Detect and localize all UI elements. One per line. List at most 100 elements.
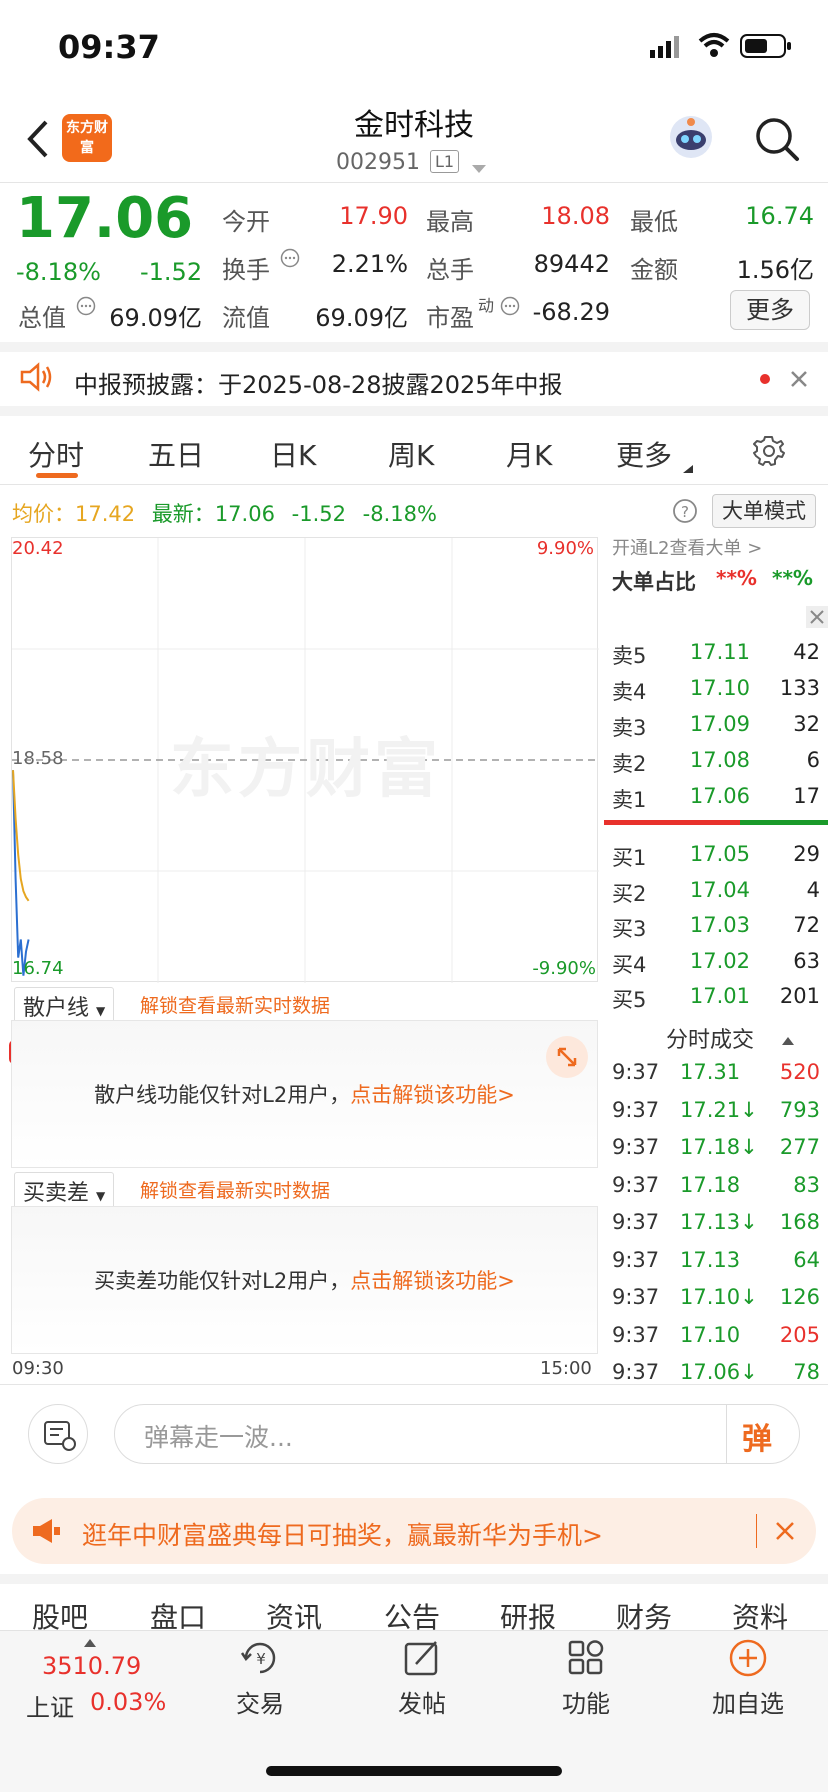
trade-volume: 168 xyxy=(779,1210,820,1234)
unlock-link[interactable]: 解锁查看最新实时数据 xyxy=(140,1176,330,1203)
trade-volume: 520 xyxy=(779,1060,820,1084)
search-icon[interactable] xyxy=(754,116,800,166)
info-icon[interactable] xyxy=(500,296,520,320)
l2-hint-link[interactable]: 开通L2查看大单 > xyxy=(612,534,762,560)
svg-text:?: ? xyxy=(681,503,689,521)
sell-row[interactable]: 卖4 17.10 133 xyxy=(608,672,820,708)
volume-label: 总手 xyxy=(426,256,474,284)
sell-row[interactable]: 卖1 17.06 17 xyxy=(608,780,820,816)
buy-row[interactable]: 买2 17.04 4 xyxy=(608,874,820,910)
trades-title[interactable]: 分时成交 xyxy=(666,1022,754,1054)
trade-tick-row: 9:37 17.31 520 xyxy=(608,1056,820,1092)
danmaku-send-button[interactable]: 弹 xyxy=(742,1414,772,1458)
retail-line-message: 散户线功能仅针对L2用户，点击解锁该功能> xyxy=(12,1079,597,1109)
latest-label: 最新： xyxy=(151,502,215,526)
tab-more[interactable]: 更多 xyxy=(616,434,672,474)
megaphone-icon xyxy=(30,1516,64,1550)
nav-post[interactable]: 发帖 xyxy=(362,1684,482,1719)
trade-volume: 64 xyxy=(793,1247,820,1272)
retail-line-message-text: 散户线功能仅针对L2用户， xyxy=(94,1083,351,1107)
divider xyxy=(0,182,828,183)
float-label: 流值 xyxy=(222,304,270,332)
buy-volume: 63 xyxy=(793,948,820,973)
sell-row[interactable]: 卖3 17.09 32 xyxy=(608,708,820,744)
change-pct: -8.18% xyxy=(16,258,101,286)
low-value: 16.74 xyxy=(745,202,814,230)
battery-icon xyxy=(740,34,792,62)
tab-weekly-k[interactable]: 周K xyxy=(388,434,434,474)
last-price: 17.06 xyxy=(16,186,194,251)
retail-line-label: 散户线 xyxy=(23,996,90,1021)
nav-add-watchlist[interactable]: 加自选 xyxy=(688,1684,808,1719)
nav-functions[interactable]: 功能 xyxy=(526,1684,646,1719)
close-icon[interactable] xyxy=(806,606,828,628)
tab-intraday[interactable]: 分时 xyxy=(28,434,84,474)
help-icon[interactable]: ? xyxy=(672,498,698,528)
sell-volume: 6 xyxy=(806,748,820,772)
close-icon[interactable] xyxy=(790,370,808,392)
danmaku-settings-icon[interactable] xyxy=(28,1404,88,1464)
info-icon[interactable] xyxy=(76,296,96,320)
caret-down-icon: ▼ xyxy=(96,1189,106,1203)
more-button[interactable]: 更多 xyxy=(730,290,810,330)
high-value: 18.08 xyxy=(541,202,610,230)
info-icon[interactable] xyxy=(280,248,300,272)
trade-time: 9:37 xyxy=(612,1285,660,1309)
trade-volume: 277 xyxy=(779,1135,820,1159)
expand-icon[interactable] xyxy=(546,1036,588,1078)
bid-ask-diff-unlock-link[interactable]: 点击解锁该功能> xyxy=(350,1269,515,1293)
retail-line-unlock-link[interactable]: 点击解锁该功能> xyxy=(350,1083,515,1107)
wifi-icon xyxy=(698,32,730,62)
index-name[interactable]: 上证 xyxy=(26,1688,74,1723)
open-label: 今开 xyxy=(222,208,270,236)
trade-time: 9:37 xyxy=(612,1360,660,1384)
open-value: 17.90 xyxy=(339,202,408,230)
buy-label: 买1 xyxy=(612,846,647,870)
x-start-label: 09:30 xyxy=(12,1358,64,1379)
buy-row[interactable]: 买4 17.02 63 xyxy=(608,945,820,981)
trade-tick-row: 9:37 17.13↓ 168 xyxy=(608,1206,820,1242)
trade-time: 9:37 xyxy=(612,1097,660,1122)
big-order-mode-button[interactable]: 大单模式 xyxy=(712,494,816,528)
trade-tick-row: 9:37 17.13 64 xyxy=(608,1244,820,1280)
buy-row[interactable]: 买5 17.01 201 xyxy=(608,980,820,1016)
trade-time: 9:37 xyxy=(612,1172,660,1197)
unlock-link[interactable]: 解锁查看最新实时数据 xyxy=(140,991,330,1018)
level-badge[interactable]: L1 xyxy=(430,150,460,173)
bid-ask-diff-dropdown[interactable]: 买卖差 ▼ xyxy=(14,1172,115,1210)
caret-up-icon xyxy=(84,1632,96,1651)
index-value[interactable]: 3510.79 xyxy=(42,1652,141,1680)
caret-up-icon[interactable] xyxy=(782,1030,794,1049)
buy-volume: 72 xyxy=(793,913,820,937)
promo-text[interactable]: 逛年中财富盛典每日可抽奖，赢最新华为手机> xyxy=(82,1516,603,1552)
bid-ask-diff-message-text: 买卖差功能仅针对L2用户， xyxy=(94,1269,351,1293)
buy-volume: 29 xyxy=(793,842,820,866)
buy-label: 买4 xyxy=(612,952,647,977)
pct-bottom-label: -9.90% xyxy=(532,958,596,979)
settings-gear-icon[interactable] xyxy=(752,434,786,472)
buy-sell-ratio-bar xyxy=(604,820,828,825)
chevron-down-icon[interactable] xyxy=(472,160,486,179)
trade-tick-row: 9:37 17.10 205 xyxy=(608,1319,820,1355)
robot-assistant-icon[interactable] xyxy=(668,114,714,164)
buy-row[interactable]: 买1 17.05 29 xyxy=(608,838,820,874)
trade-icon[interactable]: ¥ xyxy=(238,1638,282,1682)
low-label: 最低 xyxy=(630,208,678,236)
tab-active-indicator xyxy=(36,473,78,478)
sell-row[interactable]: 卖5 17.11 42 xyxy=(608,636,820,672)
tab-daily-k[interactable]: 日K xyxy=(270,434,316,474)
trade-time: 9:37 xyxy=(612,1210,660,1234)
compose-icon[interactable] xyxy=(402,1638,442,1682)
add-circle-icon[interactable] xyxy=(728,1638,768,1682)
sell-row[interactable]: 卖2 17.08 6 xyxy=(608,744,820,780)
buy-row[interactable]: 买3 17.03 72 xyxy=(608,909,820,945)
tab-monthly-k[interactable]: 月K xyxy=(506,434,552,474)
grid-functions-icon[interactable] xyxy=(566,1638,606,1682)
notice-text[interactable]: 中报预披露：于2025-08-28披露2025年中报 xyxy=(74,365,563,400)
tab-5day[interactable]: 五日 xyxy=(148,434,204,474)
divider xyxy=(0,1384,828,1385)
index-pct[interactable]: 0.03% xyxy=(90,1688,166,1716)
caret-down-icon xyxy=(683,458,693,477)
nav-trade[interactable]: 交易 xyxy=(200,1684,320,1719)
close-icon[interactable] xyxy=(774,1520,796,1546)
